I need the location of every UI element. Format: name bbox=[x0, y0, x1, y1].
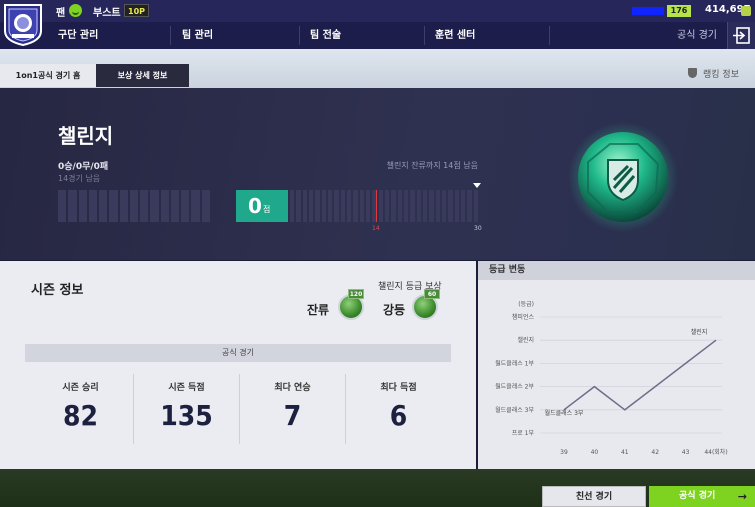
nav-team-management[interactable]: 팀 관리 bbox=[172, 22, 213, 49]
grade-change-panel: 등급 변동 (등급) 프로 1부 월드클래스 3부 월드클래스 2부 월드클래스 1부… bbox=[478, 261, 755, 469]
start-point-label: 월드클래스 3부 bbox=[545, 409, 584, 417]
coin-icon bbox=[741, 6, 751, 16]
grade-line-series bbox=[563, 339, 717, 411]
official-match-label: 공식 경기 bbox=[679, 491, 716, 501]
points-track-right bbox=[290, 190, 478, 222]
arrow-right-icon: → bbox=[737, 490, 747, 503]
top-status-bar: 팬 부스트 10P 176 414,697 bbox=[0, 0, 755, 22]
demote-reward-count: 60 bbox=[424, 289, 440, 299]
shield-icon bbox=[688, 68, 697, 78]
ranking-info-button[interactable]: 랭킹 정보 bbox=[688, 68, 739, 82]
x-tick-label: 43 bbox=[682, 449, 690, 456]
x-axis-labels: 39 40 41 42 43 44(회차) bbox=[560, 448, 728, 456]
official-match-button[interactable]: 공식 경기 → bbox=[649, 486, 755, 507]
redacted-bar bbox=[632, 7, 664, 15]
stat-value: 7 bbox=[283, 399, 302, 432]
nav-divider bbox=[549, 26, 550, 45]
nav-training-center[interactable]: 훈련 센터 bbox=[425, 22, 475, 49]
y-tick-label: 챔피언스 bbox=[512, 313, 535, 321]
reward-demote-label: 강등 bbox=[383, 303, 406, 317]
x-tick-label: 44(회차) bbox=[704, 448, 727, 456]
grade-change-title: 등급 변동 bbox=[478, 261, 755, 280]
stay-threshold-marker bbox=[376, 190, 377, 222]
tab-1on1-home[interactable]: 1on1공식 경기 홈 bbox=[0, 64, 96, 87]
fan-label: 팬 bbox=[56, 8, 66, 19]
stay-threshold-label: 14 bbox=[372, 225, 380, 232]
y-tick-label: 월드클래스 3부 bbox=[495, 406, 534, 414]
win-draw-loss-record: 0승/0무/0패 bbox=[58, 162, 109, 172]
stat-label: 최다 득점 bbox=[380, 383, 417, 393]
goal-pointer-icon bbox=[473, 183, 481, 188]
points-unit: 점 bbox=[263, 205, 271, 214]
x-tick-label: 42 bbox=[651, 449, 659, 456]
division-banner: 챌린지 0승/0무/0패 14경기 남음 챌린지 잔류까지 14점 남음 0 점… bbox=[0, 88, 755, 260]
x-tick-label: 39 bbox=[560, 449, 568, 456]
y-tick-label: 월드클래스 2부 bbox=[495, 383, 534, 391]
challenger-emblem-icon bbox=[568, 122, 678, 232]
end-point-label: 챌린지 bbox=[691, 328, 708, 336]
stat-value: 82 bbox=[62, 399, 99, 432]
stat-win-streak: 최다 연승 7 bbox=[240, 374, 345, 444]
nav-current-section: 공식 경기 bbox=[677, 30, 717, 41]
main-nav: 구단 관리 팀 관리 팀 전술 훈련 센터 공식 경기 bbox=[0, 22, 755, 49]
x-tick-label: 41 bbox=[621, 449, 629, 456]
stat-value: 135 bbox=[160, 399, 213, 432]
y-tick-label: 챌린지 bbox=[517, 336, 534, 344]
stat-season-wins: 시즌 승리 82 bbox=[28, 374, 133, 444]
season-info-panel: 시즌 정보 챌린지 등급 보상 잔류 120 강등 60 공식 경기 시즌 승리… bbox=[0, 261, 476, 469]
y-axis-labels: 프로 1부 월드클래스 3부 월드클래스 2부 월드클래스 1부 챌린지 챔피언스 bbox=[495, 313, 534, 437]
y-tick-label: 프로 1부 bbox=[512, 430, 535, 437]
exit-icon bbox=[733, 27, 750, 44]
ranking-info-label: 랭킹 정보 bbox=[703, 70, 739, 80]
y-tick-label: 월드클래스 1부 bbox=[495, 359, 534, 367]
stat-label: 최다 연승 bbox=[274, 383, 311, 393]
stat-value: 6 bbox=[389, 399, 408, 432]
exit-button[interactable] bbox=[727, 22, 755, 49]
current-points-value: 0 bbox=[248, 194, 262, 218]
season-info-title: 시즌 정보 bbox=[31, 283, 84, 298]
boost-label: 부스트 bbox=[93, 8, 121, 19]
reward-stay-label: 잔류 bbox=[307, 303, 330, 317]
official-match-header: 공식 경기 bbox=[25, 344, 451, 362]
stay-points-remaining: 챌린지 잔류까지 14점 남음 bbox=[386, 161, 478, 170]
tab-reward-details[interactable]: 보상 상세 정보 bbox=[96, 64, 189, 87]
nav-team-tactics[interactable]: 팀 전술 bbox=[300, 22, 341, 49]
fan-mood-icon bbox=[69, 4, 82, 17]
division-title: 챌린지 bbox=[58, 124, 114, 148]
level-badge: 176 bbox=[667, 5, 691, 17]
stat-label: 시즌 승리 bbox=[62, 383, 99, 393]
stay-reward-count: 120 bbox=[348, 289, 364, 299]
x-tick-label: 40 bbox=[591, 449, 599, 456]
games-remaining: 14경기 남음 bbox=[58, 174, 101, 183]
points-track-left bbox=[58, 190, 210, 222]
stat-most-goals: 최다 득점 6 bbox=[346, 374, 451, 444]
y-axis-title: (등급) bbox=[518, 301, 534, 308]
max-points-label: 30 bbox=[474, 225, 482, 232]
nav-club-management[interactable]: 구단 관리 bbox=[48, 22, 98, 49]
nav-divider bbox=[170, 26, 171, 45]
stat-label: 시즌 득점 bbox=[168, 383, 205, 393]
boost-badge: 10P bbox=[124, 4, 149, 17]
friendly-match-button[interactable]: 친선 경기 bbox=[542, 486, 646, 507]
current-points-box: 0 점 bbox=[236, 190, 288, 222]
grade-change-chart: (등급) 프로 1부 월드클래스 3부 월드클래스 2부 월드클래스 1부 챌린지 챔피언… bbox=[495, 301, 728, 456]
stat-season-goals: 시즌 득점 135 bbox=[134, 374, 239, 444]
club-crest-logo[interactable] bbox=[3, 3, 43, 46]
